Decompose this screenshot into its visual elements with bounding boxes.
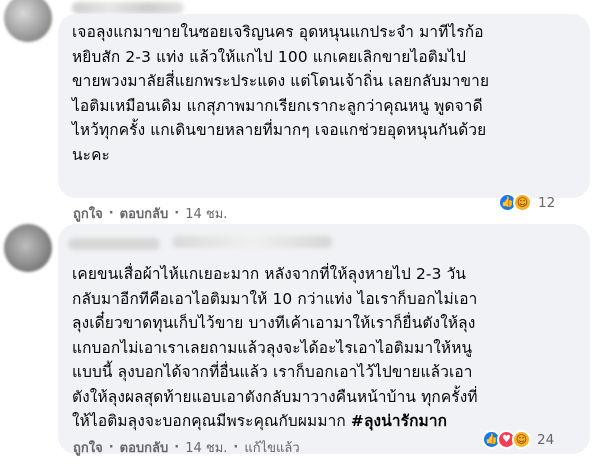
commenter-name-blurred[interactable] — [68, 238, 160, 250]
comment-line: หยิบสัก 2-3 แท่ง แล้วให้แกไป 100 แกเคยเล… — [72, 47, 466, 66]
separator-dot: · — [233, 440, 239, 455]
reaction-count: 12 — [538, 194, 556, 211]
comment-line: เคยขนเสื่อผ้าไห้แกเยอะมาก หลังจากที่ให้ล… — [72, 265, 467, 283]
separator-dot: · — [174, 206, 180, 221]
comment-line: ไหว้ทุกครั้ง แกเดินขายหลายที่มากๆ เจอแกช… — [72, 121, 487, 139]
comment-actions: ถูกใจ · ตอบกลับ · 14 ชม. — [73, 203, 227, 224]
reply-button[interactable]: ตอบกลับ — [120, 203, 169, 224]
reaction-count: 24 — [537, 431, 555, 448]
care-icon: ☺ — [512, 430, 531, 449]
comment-line: ไอติมเหมือนเดิม แกสุภาพมากเรียกเรากะลูกว… — [72, 96, 483, 115]
commenter-avatar[interactable] — [4, 0, 52, 42]
comment-line: นะคะ — [72, 145, 110, 164]
reaction-summary[interactable]: 👍 ♥ ☺ 24 — [482, 430, 554, 449]
comment-actions: ถูกใจ · ตอบกลับ · 14 ชม. · แก้ไขแล้ว — [73, 437, 300, 458]
comment-line: ลุงเดี๋ยวขาดทุนเก็บไว้ขาย บางทีเค้าเอามา… — [72, 314, 476, 332]
like-button[interactable]: ถูกใจ — [73, 203, 103, 224]
comment-text: เจอลุงแกมาขายในซอยเจริญนคร อุดหนุนแกประจ… — [72, 20, 582, 167]
hashtag-link[interactable]: #ลุงน่ารักมาก — [351, 412, 447, 430]
comment-line: เจอลุงแกมาขายในซอยเจริญนคร อุดหนุนแกประจ… — [72, 23, 484, 41]
edited-label[interactable]: แก้ไขแล้ว — [244, 437, 299, 458]
comment-line: ให้ไอติมลุงจะบอกคุณมีพระคุณกับผมมาก — [72, 412, 351, 430]
comment-line: ขายพวงมาลัยสี่แยกพระประแดง แต่โดนเจ้าถิ่… — [72, 72, 490, 90]
reaction-summary[interactable]: 👍 ☺ 12 — [498, 193, 555, 212]
commenter-avatar[interactable] — [4, 224, 52, 272]
separator-dot: · — [108, 440, 114, 455]
reply-button[interactable]: ตอบกลับ — [120, 437, 169, 458]
comment-text: เคยขนเสื่อผ้าไห้แกเยอะมาก หลังจากที่ให้ล… — [72, 262, 582, 434]
commenter-name-blurred[interactable] — [172, 236, 332, 248]
timestamp[interactable]: 14 ชม. — [185, 203, 227, 224]
like-button[interactable]: ถูกใจ — [73, 437, 103, 458]
separator-dot: · — [174, 440, 180, 455]
comment-line: กลับมาอีกทีคือเอาไอติมมาให้ 10 กว่าแท่ง … — [72, 289, 478, 308]
timestamp[interactable]: 14 ชม. — [185, 437, 227, 458]
comment-line: แกบอกไม่เอาเราเลยถามแล้วลุงจะได้อะไรเอาไ… — [72, 338, 473, 357]
comment-line: ตังให้ลุงผลสุดท้ายแอบเอาตังกลับมาวางคืนห… — [72, 387, 478, 406]
comment-line: แบบนี้ ลุงบอกได้จากที่อื่นแล้ว เราก็บอกเ… — [72, 363, 473, 381]
commenter-name-blurred[interactable] — [72, 2, 184, 14]
care-icon: ☺ — [513, 193, 532, 212]
separator-dot: · — [108, 206, 114, 221]
